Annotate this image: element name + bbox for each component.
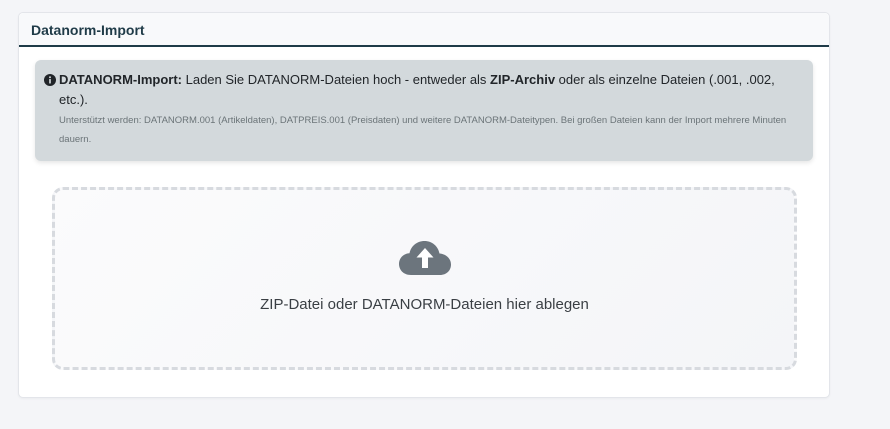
dropzone-label: ZIP-Datei oder DATANORM-Dateien hier abl… xyxy=(260,296,589,313)
card-header: Datanorm-Import xyxy=(19,13,829,47)
alert-zip-archiv: ZIP-Archiv xyxy=(490,72,556,87)
datanorm-import-card: Datanorm-Import DATANORM-Import: Laden S… xyxy=(18,12,830,398)
alert-main-text: DATANORM-Import: Laden Sie DATANORM-Date… xyxy=(44,70,801,110)
alert-text-part1: Laden Sie DATANORM-Dateien hoch - entwed… xyxy=(182,72,491,87)
info-alert: DATANORM-Import: Laden Sie DATANORM-Date… xyxy=(35,60,813,161)
cloud-upload-icon xyxy=(399,241,451,275)
card-title: Datanorm-Import xyxy=(31,21,145,38)
alert-lead: DATANORM-Import: xyxy=(59,72,182,87)
file-dropzone[interactable]: ZIP-Datei oder DATANORM-Dateien hier abl… xyxy=(52,187,797,370)
alert-subtext: Unterstützt werden: DATANORM.001 (Artike… xyxy=(59,115,787,145)
info-circle-icon xyxy=(44,74,56,86)
